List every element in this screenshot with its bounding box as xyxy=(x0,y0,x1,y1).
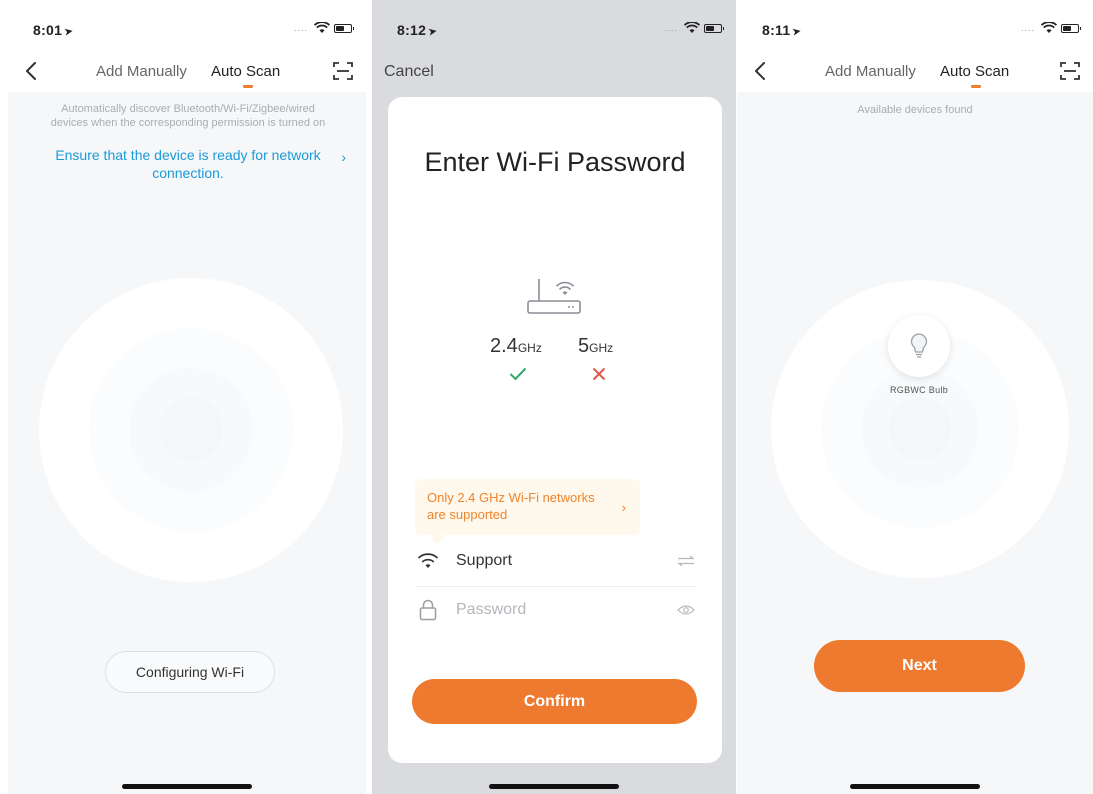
switch-network-button[interactable] xyxy=(675,550,697,572)
configuring-wifi-button[interactable]: Configuring Wi-Fi xyxy=(105,651,275,693)
screen-divider xyxy=(366,0,368,794)
back-button[interactable] xyxy=(749,58,771,84)
wifi-icon xyxy=(417,553,439,568)
location-arrow-icon: ➤ xyxy=(791,25,804,39)
tab-active-indicator xyxy=(971,85,981,88)
hint-line-1: Automatically discover Bluetooth/Wi-Fi/Z… xyxy=(61,103,315,115)
device-name: RGBWC Bulb xyxy=(889,385,948,395)
password-placeholder: Password xyxy=(456,601,527,618)
status-icons: .... xyxy=(1020,22,1081,34)
wifi-ssid-value: Support xyxy=(456,552,513,569)
status-bar: 8:11➤ .... xyxy=(737,0,1093,50)
band-5ghz-label: 5GHz xyxy=(578,335,614,357)
nav-bar: Add Manually Auto Scan xyxy=(737,50,1093,92)
cross-icon xyxy=(592,367,606,381)
band-support-notice[interactable]: Only 2.4 GHz Wi-Fi networks are supporte… xyxy=(415,479,640,535)
status-time: 8:12➤ xyxy=(397,22,439,39)
back-chevron-icon xyxy=(26,62,36,80)
back-button[interactable] xyxy=(20,58,42,84)
scan-qr-icon xyxy=(333,62,353,80)
band-24ghz-label: 2.4GHz xyxy=(490,335,542,357)
devices-found-hint: Available devices found xyxy=(857,104,973,116)
next-button[interactable]: Next xyxy=(814,640,1025,692)
scan-code-button[interactable] xyxy=(332,60,354,82)
battery-icon xyxy=(1061,23,1081,33)
ensure-ready-link[interactable]: Ensure that the device is ready for netw… xyxy=(28,146,348,182)
status-icons: .... xyxy=(663,22,724,34)
chevron-right-icon: › xyxy=(341,149,346,165)
tab-add-manually[interactable]: Add Manually xyxy=(96,63,187,80)
notice-line-2: are supported xyxy=(427,507,508,522)
tab-add-manually[interactable]: Add Manually xyxy=(825,63,916,80)
battery-icon xyxy=(334,23,354,33)
status-bar: 8:01➤ .... xyxy=(8,0,366,50)
wifi-status-icon xyxy=(684,22,700,33)
status-time: 8:01➤ xyxy=(33,22,75,39)
auto-discover-hint: Automatically discover Bluetooth/Wi-Fi/Z… xyxy=(28,102,348,130)
screen-auto-scan-searching: 8:01➤ .... Add Manually Auto Scan Automa… xyxy=(8,0,366,794)
location-arrow-icon: ➤ xyxy=(427,25,439,39)
eye-icon xyxy=(677,605,695,615)
notice-line-1: Only 2.4 GHz Wi-Fi networks xyxy=(427,490,595,505)
device-icon-circle xyxy=(888,315,950,377)
radar-core xyxy=(889,398,951,460)
scan-qr-icon xyxy=(1060,62,1080,80)
home-indicator xyxy=(850,784,980,789)
tab-active-indicator xyxy=(243,85,253,88)
page-title: Enter Wi-Fi Password xyxy=(424,147,686,177)
home-indicator xyxy=(122,784,252,789)
hint-line-2: devices when the corresponding permissio… xyxy=(50,117,326,129)
signal-dots-icon: .... xyxy=(663,23,678,33)
found-device-bulb[interactable]: RGBWC Bulb xyxy=(888,315,958,395)
wifi-password-card: Enter Wi-Fi Password 2.4GHz 5GHz Only 2.… xyxy=(388,97,722,763)
wifi-ssid-field[interactable]: Support xyxy=(415,537,697,585)
signal-dots-icon: .... xyxy=(1020,23,1035,33)
lock-icon-wrap xyxy=(415,597,441,623)
tab-auto-scan[interactable]: Auto Scan xyxy=(211,63,280,80)
screen-auto-scan-found: 8:11➤ .... Add Manually Auto Scan Availa… xyxy=(737,0,1093,794)
location-arrow-icon: ➤ xyxy=(63,25,75,39)
scan-radar xyxy=(39,278,343,582)
status-bar: 8:12➤ .... xyxy=(372,0,736,50)
cancel-button[interactable]: Cancel xyxy=(384,63,434,81)
signal-dots-icon: .... xyxy=(293,23,308,33)
ensure-line-1: Ensure that the device is ready for netw… xyxy=(55,147,321,163)
wifi-icon-wrap xyxy=(415,548,441,574)
show-password-button[interactable] xyxy=(675,599,697,621)
radar-core xyxy=(159,398,223,462)
status-icons: .... xyxy=(293,22,354,34)
lock-icon xyxy=(419,599,437,621)
router-wifi-icon xyxy=(527,279,581,314)
battery-icon xyxy=(704,23,724,33)
wifi-status-icon xyxy=(314,22,330,33)
status-time: 8:11➤ xyxy=(762,22,804,39)
tab-auto-scan[interactable]: Auto Scan xyxy=(940,63,1009,80)
back-chevron-icon xyxy=(755,62,765,80)
scan-code-button[interactable] xyxy=(1059,60,1081,82)
nav-bar: Add Manually Auto Scan xyxy=(8,50,366,92)
bulb-icon xyxy=(910,333,928,358)
ensure-line-2: connection. xyxy=(152,165,224,181)
chevron-right-icon: › xyxy=(621,500,626,515)
password-field[interactable]: Password xyxy=(415,586,697,634)
confirm-button[interactable]: Confirm xyxy=(412,679,697,724)
switch-network-icon xyxy=(677,555,695,567)
screen-enter-wifi-password: 8:12➤ .... Cancel Enter Wi-Fi Password 2… xyxy=(372,0,736,794)
home-indicator xyxy=(489,784,619,789)
check-icon xyxy=(509,367,527,381)
wifi-status-icon xyxy=(1041,22,1057,33)
